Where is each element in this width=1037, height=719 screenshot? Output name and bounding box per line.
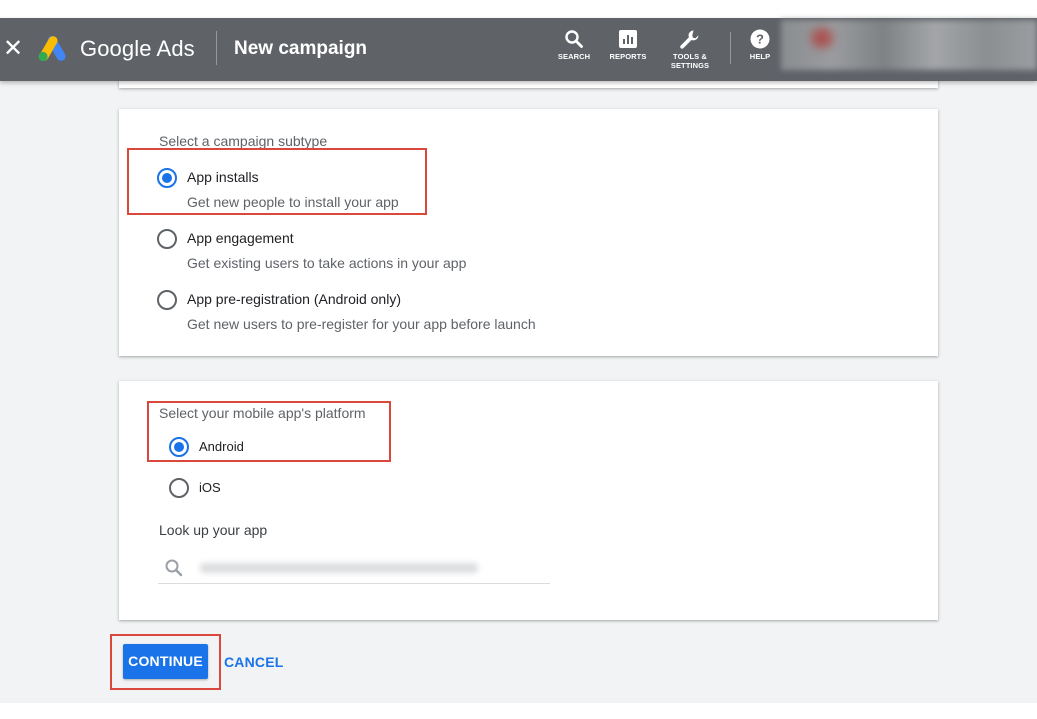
- tool-reports-label: REPORTS: [609, 52, 647, 61]
- tool-search-label: SEARCH: [557, 52, 591, 61]
- close-icon[interactable]: ✕: [3, 36, 23, 62]
- lookup-app-label: Look up your app: [159, 522, 268, 538]
- help-icon: ?: [750, 29, 770, 49]
- cancel-button[interactable]: CANCEL: [224, 653, 284, 671]
- account-info-blurred[interactable]: [781, 20, 1037, 70]
- header-divider: [216, 31, 217, 65]
- tool-tools-label-line2: SETTINGS: [670, 61, 710, 70]
- radio-app-engagement[interactable]: [157, 229, 177, 249]
- search-icon: [165, 559, 183, 577]
- radio-ios[interactable]: [169, 478, 189, 498]
- tool-tools-label-line1: TOOLS &: [673, 52, 707, 61]
- option-app-engagement-title[interactable]: App engagement: [187, 229, 294, 247]
- google-ads-logo-icon: [38, 36, 66, 62]
- search-icon: [565, 30, 583, 48]
- highlight-platform: [147, 401, 391, 462]
- highlight-continue: [110, 634, 221, 690]
- app-search-value-blurred: [200, 563, 478, 573]
- reports-icon: [619, 30, 637, 48]
- highlight-app-installs: [127, 148, 427, 215]
- wrench-icon: [680, 30, 699, 49]
- option-app-pre-registration-title[interactable]: App pre-registration (Android only): [187, 290, 401, 308]
- tool-tools-settings[interactable]: TOOLS & SETTINGS: [660, 29, 720, 77]
- option-app-pre-registration-description: Get new users to pre-register for your a…: [187, 316, 536, 332]
- brand-name: Google Ads: [80, 36, 195, 61]
- page-title: New campaign: [234, 38, 368, 59]
- tool-reports[interactable]: REPORTS: [598, 29, 658, 77]
- svg-text:?: ?: [756, 32, 764, 47]
- option-app-engagement-description: Get existing users to take actions in yo…: [187, 255, 467, 271]
- option-ios-title[interactable]: iOS: [199, 479, 221, 497]
- radio-app-pre-registration[interactable]: [157, 290, 177, 310]
- tool-search[interactable]: SEARCH: [544, 29, 604, 77]
